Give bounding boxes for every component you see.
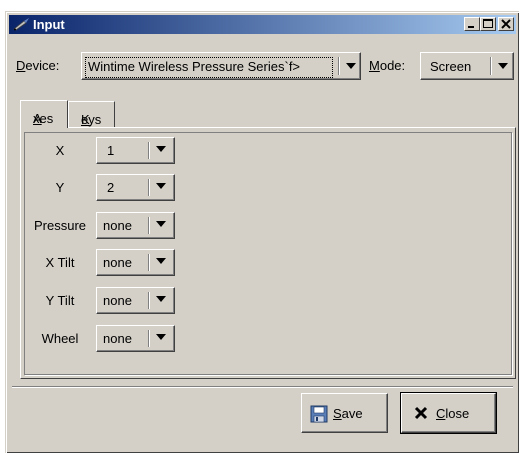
save-button-label: Save	[333, 406, 363, 421]
axis-x-tilt-value: none	[103, 255, 132, 270]
triangle-down-icon	[156, 258, 166, 264]
triangle-down-icon	[156, 146, 166, 152]
axis-label-pressure: Pressure	[33, 218, 87, 233]
triangle-down-icon	[346, 63, 356, 69]
close-button[interactable]: Close	[400, 392, 497, 434]
combo-separator	[490, 57, 492, 75]
axis-label-x: X	[55, 143, 65, 158]
mode-combo[interactable]: Screen	[420, 52, 514, 80]
save-rest: ave	[341, 406, 363, 421]
axis-pressure-value: none	[103, 218, 132, 233]
axis-label-x-tilt: X Tilt	[45, 255, 75, 270]
save-mnemonic: S	[333, 406, 342, 421]
tab-axes[interactable]: Axes	[20, 100, 68, 128]
combo-separator	[148, 179, 150, 196]
mode-label: Mode:	[369, 58, 405, 73]
axis-y-tilt-combo[interactable]: none	[96, 287, 175, 314]
mode-label-rest: ode:	[379, 58, 406, 73]
close-mnemonic: C	[436, 406, 446, 421]
tab-container: Axes Keys X 1 Y 2 Pressure none X Tilt n…	[20, 100, 516, 379]
combo-separator	[148, 330, 150, 347]
close-button-label: Close	[436, 406, 469, 421]
pen-tablet-icon	[13, 17, 31, 31]
title-bar[interactable]: Input	[9, 15, 516, 34]
tab-keys[interactable]: Keys	[68, 101, 115, 127]
axis-wheel-value: none	[103, 331, 132, 346]
axis-x-value: 1	[107, 143, 115, 158]
triangle-down-icon	[498, 63, 508, 69]
device-value: Wintime Wireless Pressure Series`f>	[85, 57, 333, 78]
axis-label-y-tilt: Y Tilt	[45, 293, 75, 308]
device-combo[interactable]: Wintime Wireless Pressure Series`f>	[81, 52, 361, 80]
combo-separator	[148, 217, 150, 234]
mode-label-mnemonic: M	[369, 58, 380, 73]
input-dialog: Input Device: Wintime Wireless Pressure …	[5, 11, 519, 453]
close-window-button[interactable]	[498, 17, 514, 31]
axes-frame: X 1 Y 2 Pressure none X Tilt none Y Tilt…	[24, 132, 512, 375]
combo-separator	[148, 142, 150, 159]
minimize-button[interactable]	[464, 17, 480, 31]
axis-x-tilt-combo[interactable]: none	[96, 249, 175, 276]
axis-wheel-combo[interactable]: none	[96, 325, 175, 352]
triangle-down-icon	[156, 334, 166, 340]
combo-separator	[148, 292, 150, 309]
axis-label-wheel: Wheel	[41, 331, 79, 346]
axis-pressure-combo[interactable]: none	[96, 212, 175, 239]
axis-y-tilt-value: none	[103, 293, 132, 308]
close-rest: lose	[445, 406, 470, 421]
triangle-down-icon	[156, 183, 166, 189]
window-title: Input	[33, 17, 65, 32]
tab-axes-rest: xes	[33, 111, 54, 126]
triangle-down-icon	[156, 221, 166, 227]
axis-y-combo[interactable]: 2	[96, 174, 175, 201]
floppy-disk-icon	[310, 405, 328, 426]
device-label: Device:	[16, 58, 59, 73]
combo-separator	[338, 57, 340, 75]
device-label-mnemonic: D	[16, 58, 26, 73]
device-label-rest: evice:	[25, 58, 60, 73]
save-button[interactable]: Save	[301, 393, 388, 433]
triangle-down-icon	[156, 296, 166, 302]
axes-panel: X 1 Y 2 Pressure none X Tilt none Y Tilt…	[20, 127, 516, 379]
axis-y-value: 2	[107, 180, 115, 195]
maximize-button[interactable]	[480, 17, 496, 31]
axis-label-y: Y	[55, 180, 65, 195]
mode-value: Screen	[430, 59, 472, 74]
axis-x-combo[interactable]: 1	[96, 137, 175, 164]
button-area-separator	[12, 386, 513, 388]
x-mark-icon	[414, 406, 428, 423]
tab-keys-rest: eys	[81, 112, 102, 127]
combo-separator	[148, 254, 150, 271]
